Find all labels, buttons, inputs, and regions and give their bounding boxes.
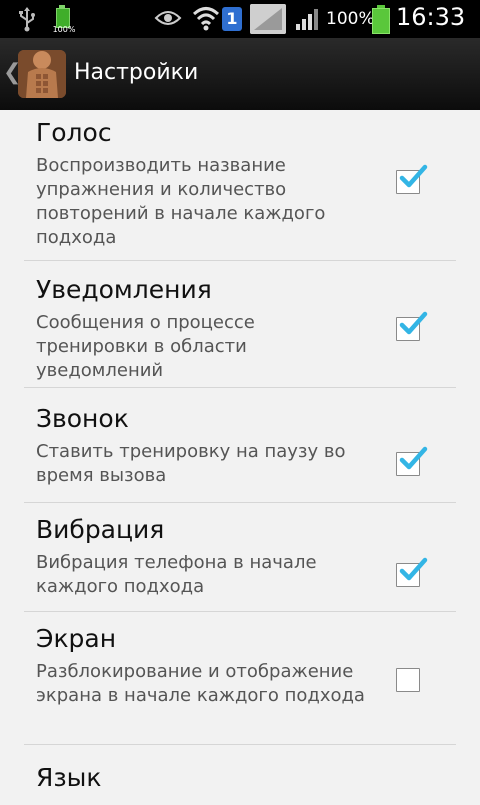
pref-vibration[interactable]: Вибрация Вибрация телефона в начале кажд…: [24, 503, 456, 612]
battery-small-icon: 100%: [50, 4, 78, 34]
wifi-icon: [192, 7, 220, 31]
battery-icon: [372, 5, 390, 34]
no-signal-icon: [250, 4, 286, 34]
usb-icon: [19, 7, 35, 32]
sim-icon: 1: [222, 7, 242, 31]
pref-title: Язык: [36, 763, 102, 792]
pref-voice[interactable]: Голос Воспроизводить название упражнения…: [24, 110, 456, 261]
pref-title: Звонок: [36, 404, 129, 433]
checkmark-icon: [399, 446, 428, 470]
page-title: Настройки: [74, 60, 199, 85]
checkmark-icon: [399, 311, 428, 335]
voice-checkbox[interactable]: [396, 164, 428, 194]
pref-summary: Сообщения о процессе тренировки в област…: [36, 312, 255, 381]
pref-summary: Разблокирование и отображение экрана в н…: [36, 661, 365, 706]
pref-summary: Ставить тренировку на паузу во время выз…: [36, 441, 346, 486]
vibration-checkbox[interactable]: [396, 557, 428, 587]
pref-title: Уведомления: [36, 275, 212, 304]
pref-summary: Воспроизводить название упражнения и кол…: [36, 155, 326, 248]
status-bar: 100% 1 100% 16:33: [0, 0, 480, 38]
pref-title: Экран: [36, 624, 117, 653]
pref-language[interactable]: Язык: [24, 745, 456, 805]
pref-title: Вибрация: [36, 515, 165, 544]
call-checkbox[interactable]: [396, 446, 428, 476]
checkmark-icon: [399, 557, 428, 581]
action-bar: ❮ Настройки: [0, 38, 480, 110]
pref-call[interactable]: Звонок Ставить тренировку на паузу во вр…: [24, 388, 456, 503]
pref-title: Голос: [36, 118, 112, 147]
battery-small-pct: 100%: [52, 25, 76, 34]
pref-summary: Вибрация телефона в начале каждого подхо…: [36, 552, 317, 597]
signal-icon: [296, 9, 318, 30]
eye-icon: [154, 11, 182, 25]
clock: 16:33: [396, 3, 466, 31]
checkmark-icon: [399, 164, 428, 188]
pref-screen[interactable]: Экран Разблокирование и отображение экра…: [24, 612, 456, 745]
screen-checkbox[interactable]: [396, 668, 420, 692]
battery-percent: 100%: [326, 9, 375, 29]
settings-list: Голос Воспроизводить название упражнения…: [0, 110, 480, 805]
pref-notifications[interactable]: Уведомления Сообщения о процессе трениро…: [24, 261, 456, 388]
notifications-checkbox[interactable]: [396, 311, 428, 341]
app-logo[interactable]: [18, 50, 66, 98]
